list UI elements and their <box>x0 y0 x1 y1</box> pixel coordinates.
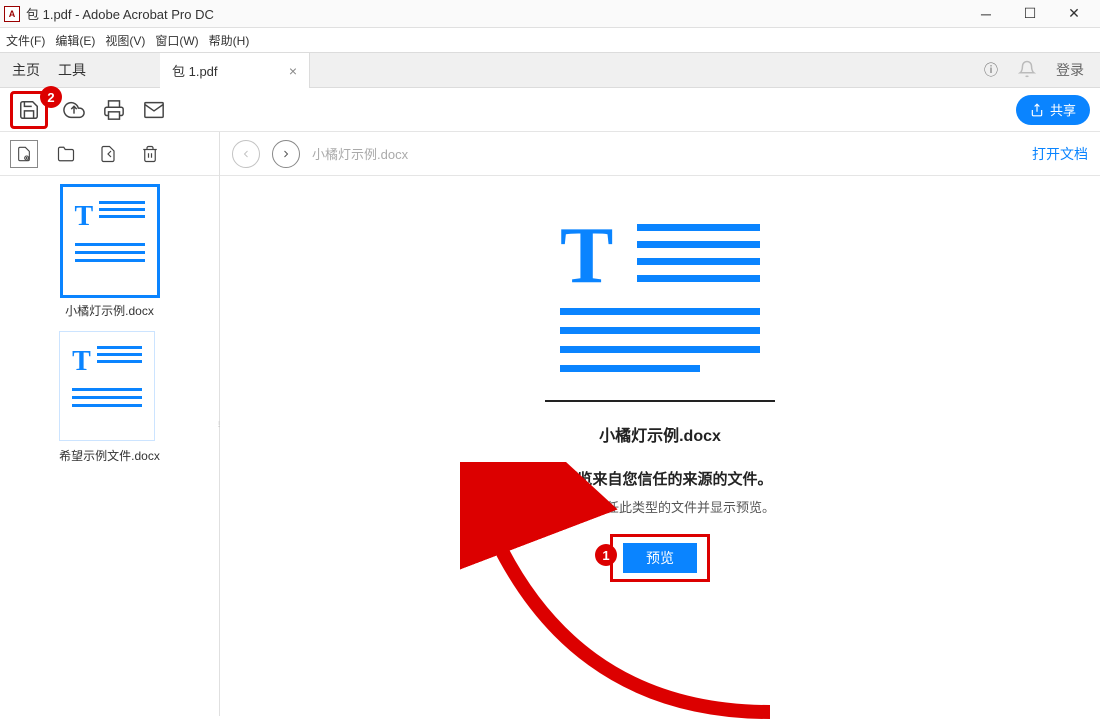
window-title: 包 1.pdf - Adobe Acrobat Pro DC <box>26 4 214 23</box>
titlebar: A 包 1.pdf - Adobe Acrobat Pro DC ─ ☐ ✕ <box>0 0 1100 28</box>
trust-checkbox-label: 总是信任此类型的文件并显示预览。 <box>567 497 775 516</box>
annotation-badge-2: 2 <box>40 86 62 108</box>
file-label: 小橘灯示例.docx <box>62 302 158 319</box>
preview-area: T 小橘灯示例.docx 仅预览来自您信任的来源的文件。 总是信任此类型的文件并… <box>220 176 1100 716</box>
share-button-label: 共享 <box>1050 100 1076 119</box>
menu-view[interactable]: 视图(V) <box>105 32 145 49</box>
preview-button-highlight: 预览 <box>610 534 710 582</box>
portfolio-item[interactable]: T 希望示例文件.docx <box>59 331 160 464</box>
folder-button[interactable] <box>52 140 80 168</box>
minimize-button[interactable]: ─ <box>964 0 1008 28</box>
main-toolbar: 2 共享 <box>0 88 1100 132</box>
divider <box>545 400 775 402</box>
preview-button[interactable]: 预览 <box>623 543 697 573</box>
work-area: T 小橘灯示例.docx T 希望示例文件.docx <box>0 132 1100 716</box>
nav-home[interactable]: 主页 <box>12 60 40 80</box>
breadcrumb-filename: 小橘灯示例.docx <box>312 144 408 163</box>
mail-button[interactable] <box>140 96 168 124</box>
close-button[interactable]: ✕ <box>1052 0 1096 28</box>
sidebar-toolbar <box>0 132 219 176</box>
trust-checkbox-row: 总是信任此类型的文件并显示预览。 <box>545 497 775 516</box>
nav-tools[interactable]: 工具 <box>58 60 86 80</box>
login-link[interactable]: 登录 <box>1056 60 1084 80</box>
main-panel: ⋮ 小橘灯示例.docx 打开文档 T 小橘灯示例.docx 仅预览来自您信任的… <box>220 132 1100 716</box>
document-tab-label: 包 1.pdf <box>172 61 218 80</box>
panel-resize-handle[interactable]: ⋮ <box>215 404 223 444</box>
save-button[interactable] <box>15 96 43 124</box>
extract-button[interactable] <box>94 140 122 168</box>
preview-filename: 小橘灯示例.docx <box>599 422 721 446</box>
document-tab[interactable]: 包 1.pdf × <box>160 53 310 88</box>
file-label: 希望示例文件.docx <box>59 447 160 464</box>
help-icon[interactable]: ⓘ <box>984 60 998 80</box>
cloud-upload-button[interactable] <box>60 96 88 124</box>
portfolio-item[interactable]: T 小橘灯示例.docx <box>62 186 158 319</box>
menu-window[interactable]: 窗口(W) <box>155 32 198 49</box>
menu-help[interactable]: 帮助(H) <box>209 32 250 49</box>
bell-icon[interactable] <box>1018 60 1036 81</box>
nav-back-button[interactable] <box>232 140 260 168</box>
annotation-badge-1: 1 <box>595 544 617 566</box>
delete-button[interactable] <box>136 140 164 168</box>
preview-warning: 仅预览来自您信任的来源的文件。 <box>547 468 772 489</box>
file-thumbnail: T <box>62 186 158 296</box>
preview-toolbar: 小橘灯示例.docx 打开文档 <box>220 132 1100 176</box>
sidebar-body: T 小橘灯示例.docx T 希望示例文件.docx <box>0 176 219 716</box>
share-button[interactable]: 共享 <box>1016 95 1090 125</box>
trust-checkbox[interactable] <box>545 500 559 514</box>
add-file-button[interactable] <box>10 140 38 168</box>
sub-toolbar: 主页 工具 包 1.pdf × ⓘ 登录 <box>0 52 1100 88</box>
print-button[interactable] <box>100 96 128 124</box>
file-thumbnail: T <box>59 331 155 441</box>
open-document-link[interactable]: 打开文档 <box>1032 144 1088 164</box>
maximize-button[interactable]: ☐ <box>1008 0 1052 28</box>
menubar: 文件(F) 编辑(E) 视图(V) 窗口(W) 帮助(H) <box>0 28 1100 52</box>
menu-file[interactable]: 文件(F) <box>6 32 45 49</box>
large-file-icon: T <box>560 216 760 372</box>
app-icon: A <box>4 6 20 22</box>
menu-edit[interactable]: 编辑(E) <box>55 32 95 49</box>
nav-forward-button[interactable] <box>272 140 300 168</box>
tab-close-icon[interactable]: × <box>289 63 297 79</box>
sidebar: T 小橘灯示例.docx T 希望示例文件.docx <box>0 132 220 716</box>
